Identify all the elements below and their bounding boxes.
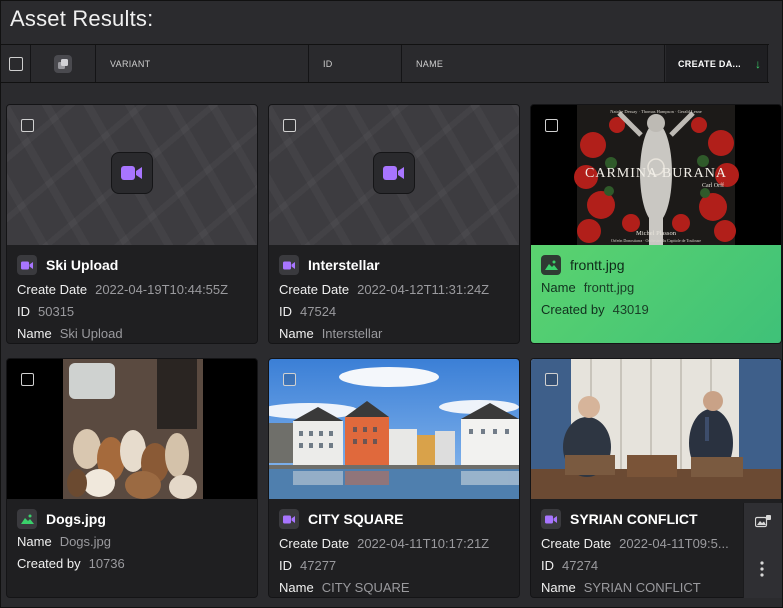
asset-title: frontt.jpg [570,257,625,273]
video-placeholder-icon [111,152,153,194]
asset-title: SYRIAN CONFLICT [570,511,698,527]
create-date-value: 2022-04-12T11:31:24Z [357,282,490,297]
header-select-all-cell [1,45,31,82]
asset-card[interactable]: Ski Upload Create Date 2022-04-19T10:44:5… [6,104,258,344]
name-label: Name [17,326,52,341]
asset-meta: Interstellar Create Date 2022-04-12T11:31… [269,245,519,343]
video-camera-icon [541,509,561,529]
add-image-icon[interactable] [754,515,771,534]
video-camera-icon [279,255,299,275]
asset-title: Interstellar [308,257,380,273]
asset-meta: Dogs.jpg Name Dogs.jpg Created by 10736 [7,499,257,597]
header-group-cell [31,45,96,82]
create-date-value: 2022-04-11T10:17:21Z [357,536,490,551]
id-label: ID [541,558,554,573]
column-header-variant-label: VARIANT [110,58,151,69]
column-header-name-label: NAME [416,58,444,69]
name-value: Interstellar [321,326,383,341]
side-toolbar [743,503,782,598]
more-vertical-icon[interactable] [760,561,764,582]
name-value: SYRIAN CONFLICT [583,580,701,595]
asset-checkbox[interactable] [283,119,296,132]
asset-thumbnail[interactable] [7,105,257,245]
created-by-value: 10736 [88,556,125,571]
album-cover-image: CARMINA BURANA Natalie Dessay · Thomas H… [531,105,781,245]
create-date-label: Create Date [279,282,350,297]
select-all-checkbox[interactable] [8,56,23,71]
created-by-label: Created by [541,302,605,317]
name-value: Ski Upload [59,326,123,341]
poster-performers: Natalie Dessay · Thomas Hampson · Gerald… [610,109,702,114]
create-date-label: Create Date [541,536,612,551]
asset-title: CITY SQUARE [308,511,404,527]
image-icon [541,255,561,275]
table-header: VARIANT ID NAME CREATE DA... ↓ [1,44,769,83]
id-value: 50315 [38,304,75,319]
poster-conductor: Michel Plasson [636,230,677,237]
asset-card[interactable]: CITY SQUARE Create Date 2022-04-11T10:17:… [268,358,520,598]
create-date-value: 2022-04-11T09:5... [619,536,729,551]
id-label: ID [17,304,30,319]
asset-thumbnail[interactable] [7,359,257,499]
column-header-create-date-label: CREATE DA... [678,58,741,69]
video-camera-icon [279,509,299,529]
name-label: Name [279,326,314,341]
name-label: Name [541,580,576,595]
name-value: CITY SQUARE [321,580,410,595]
asset-card[interactable]: Interstellar Create Date 2022-04-12T11:31… [268,104,520,344]
syrian-conflict-photo [531,359,781,499]
name-value: Dogs.jpg [59,534,111,549]
asset-thumbnail[interactable] [269,105,519,245]
name-label: Name [279,580,314,595]
video-placeholder-icon [373,152,415,194]
column-header-create-date[interactable]: CREATE DA... ↓ [666,45,768,82]
name-value: frontt.jpg [583,280,635,295]
dogs-photo [7,359,257,499]
asset-title: Dogs.jpg [46,511,106,527]
page-title: Asset Results: [10,6,154,31]
asset-card[interactable]: Dogs.jpg Name Dogs.jpg Created by 10736 [6,358,258,598]
poster-title: CARMINA BURANA [585,166,727,181]
id-value: 47274 [562,558,599,573]
asset-thumbnail[interactable] [531,359,781,499]
asset-thumbnail[interactable] [269,359,519,499]
created-by-label: Created by [17,556,81,571]
create-date-label: Create Date [279,536,350,551]
name-label: Name [541,280,576,295]
poster-ensembles: Orfeón Donostiarra · Orchestre du Capito… [611,238,701,243]
stack-icon[interactable] [54,54,72,73]
column-header-name[interactable]: NAME [403,45,665,82]
asset-checkbox[interactable] [283,373,296,386]
image-icon [17,509,37,529]
column-header-id[interactable]: ID [310,45,402,82]
name-label: Name [17,534,52,549]
asset-checkbox[interactable] [21,373,34,386]
column-header-variant[interactable]: VARIANT [96,45,309,82]
poster-composer: Carl Orff [702,182,724,189]
column-header-id-label: ID [323,58,333,69]
asset-checkbox[interactable] [545,373,558,386]
create-date-value: 2022-04-19T10:44:55Z [95,282,229,297]
id-value: 47277 [300,558,337,573]
id-label: ID [279,304,292,319]
created-by-value: 43019 [612,302,649,317]
asset-meta: frontt.jpg Name frontt.jpg Created by 4301… [531,245,781,343]
asset-checkbox[interactable] [21,119,34,132]
asset-thumbnail[interactable]: CARMINA BURANA Natalie Dessay · Thomas H… [531,105,781,245]
id-value: 47524 [300,304,337,319]
asset-meta: Ski Upload Create Date 2022-04-19T10:44:5… [7,245,257,343]
asset-meta: CITY SQUARE Create Date 2022-04-11T10:17:… [269,499,519,597]
video-camera-icon [17,255,37,275]
sort-descending-icon[interactable]: ↓ [755,57,761,71]
id-label: ID [279,558,292,573]
asset-checkbox[interactable] [545,119,558,132]
asset-title: Ski Upload [46,257,119,273]
create-date-label: Create Date [17,282,88,297]
asset-card-selected[interactable]: CARMINA BURANA Natalie Dessay · Thomas H… [530,104,782,344]
city-square-photo [269,359,519,499]
